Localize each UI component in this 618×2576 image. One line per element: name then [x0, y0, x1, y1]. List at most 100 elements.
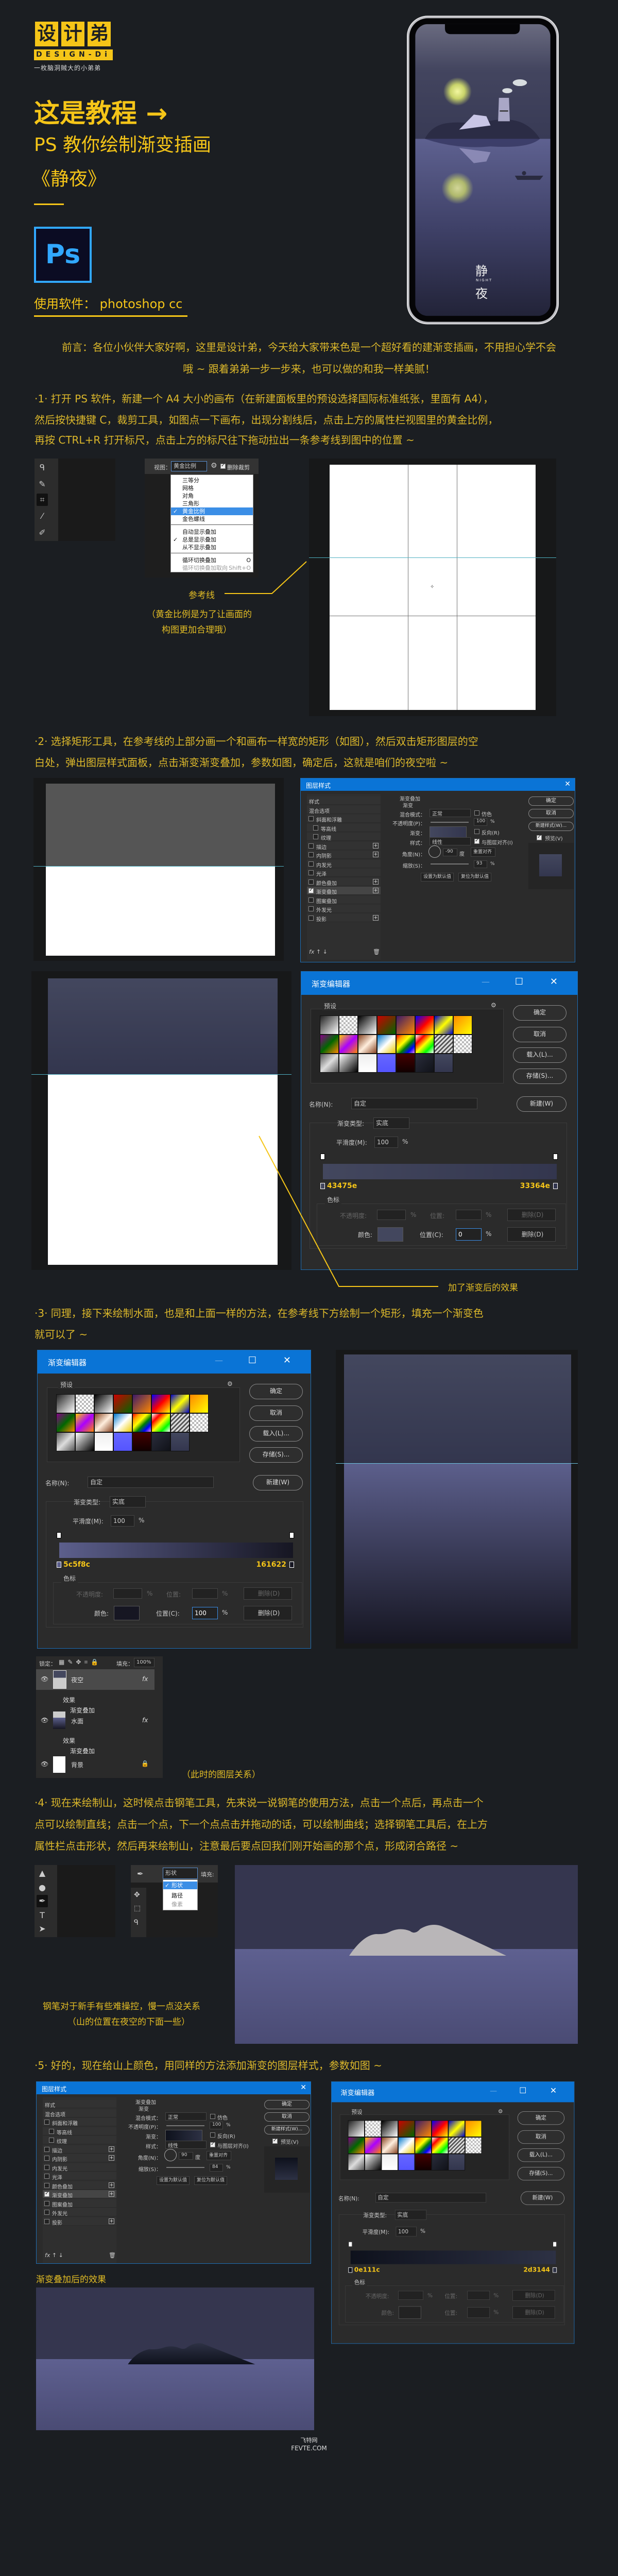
add-icon[interactable]: +	[373, 878, 379, 885]
gradient-preset[interactable]	[448, 2120, 465, 2137]
style-item[interactable]: 内发光	[43, 2163, 116, 2172]
checkbox[interactable]	[308, 906, 314, 911]
gradient-preset[interactable]	[415, 2154, 432, 2171]
opacity-slider[interactable]	[431, 822, 469, 823]
style-item[interactable]: 内发光	[307, 859, 381, 869]
scale-slider[interactable]	[166, 2167, 204, 2168]
gradient-preset[interactable]	[381, 2137, 398, 2154]
set-default-button[interactable]: 设置为默认值	[157, 2176, 190, 2185]
style-item[interactable]: 图案叠加	[43, 2199, 116, 2208]
align-checkbox[interactable]	[474, 838, 479, 844]
stop-location-input[interactable]: 100	[192, 1607, 218, 1619]
angle-dial[interactable]	[428, 845, 441, 858]
gradient-preset[interactable]	[398, 2120, 415, 2137]
add-icon[interactable]: +	[109, 2146, 114, 2152]
gradient-preset[interactable]	[431, 2137, 449, 2154]
checkbox[interactable]	[44, 2120, 49, 2125]
style-item[interactable]: 光泽	[307, 869, 381, 877]
checkbox[interactable]	[308, 879, 314, 885]
cancel-button[interactable]: 取消	[249, 1405, 303, 1421]
gradient-preset[interactable]	[56, 1413, 75, 1432]
gradient-preset[interactable]	[132, 1413, 151, 1432]
style-item[interactable]: 样式	[43, 2100, 116, 2109]
gear-icon[interactable]: ⚙	[227, 1380, 233, 1387]
gradient-preset[interactable]	[364, 2120, 382, 2137]
gradient-preset[interactable]	[465, 2137, 482, 2154]
type-icon[interactable]: T	[37, 1909, 48, 1922]
gradient-preset[interactable]	[94, 1394, 113, 1413]
blend-mode-select[interactable]: 正常	[165, 2112, 207, 2121]
gradient-preset[interactable]	[151, 1413, 170, 1432]
style-item[interactable]: 外发光	[43, 2208, 116, 2217]
style-item[interactable]: 投影 +	[307, 913, 381, 923]
angle-dial[interactable]	[164, 2149, 177, 2161]
gradient-preset[interactable]	[75, 1413, 94, 1432]
gradient-preset[interactable]	[94, 1432, 113, 1451]
water-rectangle[interactable]	[344, 1463, 571, 1643]
add-icon[interactable]: +	[109, 2191, 114, 2197]
ok-button[interactable]: 确定	[517, 2111, 565, 2125]
add-icon[interactable]: +	[373, 852, 379, 857]
cancel-button[interactable]: 取消	[517, 2130, 565, 2144]
guide-line[interactable]	[33, 866, 284, 867]
gradient-preset[interactable]	[75, 1432, 94, 1451]
gradient-preset[interactable]	[348, 2120, 365, 2137]
style-item[interactable]: 光泽	[43, 2172, 116, 2181]
type-select[interactable]: 实底	[394, 2210, 427, 2220]
dodge-icon[interactable]: ●	[37, 1882, 48, 1894]
reset-align-button[interactable]: 重置对齐	[471, 848, 495, 857]
checkbox[interactable]	[44, 2200, 49, 2206]
stop-color-swatch[interactable]	[114, 1606, 140, 1620]
mode-select[interactable]: 形状	[163, 1868, 198, 1879]
pen-icon[interactable]: ✒	[37, 1895, 48, 1907]
ok-button[interactable]: 确定	[528, 796, 574, 806]
style-item[interactable]: 颜色叠加 +	[43, 2181, 116, 2190]
style-item[interactable]: 混合选项	[307, 805, 381, 815]
smooth-input[interactable]: 100	[111, 1515, 134, 1527]
move-icon[interactable]: ✥	[134, 1891, 140, 1899]
eye-icon[interactable]: 👁	[41, 1760, 48, 1768]
scale-input[interactable]: 84	[210, 2164, 223, 2172]
close-icon[interactable]: ✕	[283, 1355, 291, 1366]
style-item[interactable]: 混合选项	[43, 2109, 116, 2118]
fx-icon[interactable]: fx	[142, 1717, 148, 1724]
checkbox[interactable]	[44, 2182, 49, 2188]
eye-icon[interactable]: 👁	[41, 1717, 48, 1724]
color-stop-left[interactable]	[57, 1562, 61, 1568]
path-select-icon[interactable]: ➤	[37, 1923, 48, 1935]
reset-default-button[interactable]: 复位为默认值	[194, 2176, 227, 2185]
close-icon[interactable]: ✕	[564, 780, 571, 788]
color-stop-right[interactable]	[289, 1562, 294, 1568]
checkbox[interactable]	[308, 870, 314, 875]
reset-align-button[interactable]: 重置对齐	[207, 2151, 231, 2160]
checkbox[interactable]	[308, 816, 314, 821]
cancel-button[interactable]: 取消	[264, 2112, 310, 2122]
gradient-preset[interactable]	[348, 2137, 365, 2154]
gradient-preset[interactable]	[381, 2154, 398, 2171]
align-checkbox[interactable]	[210, 2141, 215, 2147]
new-button[interactable]: 新建(W)	[253, 1475, 303, 1490]
opacity-stop-right[interactable]	[289, 1532, 294, 1538]
style-item[interactable]: 斜面和浮雕	[43, 2118, 116, 2127]
marquee-icon[interactable]: ⬚	[134, 1904, 141, 1912]
gradient-swatch[interactable]	[430, 826, 467, 838]
checkbox[interactable]	[308, 852, 314, 857]
style-select[interactable]: 线性	[430, 837, 471, 845]
gradient-preset[interactable]	[170, 1413, 190, 1432]
gradient-preset[interactable]	[190, 1413, 209, 1432]
opacity-input[interactable]: 100	[210, 2122, 223, 2129]
checkbox[interactable]	[49, 2138, 54, 2143]
scale-input[interactable]: 93	[474, 860, 487, 868]
add-icon[interactable]: +	[373, 914, 379, 921]
name-input[interactable]: 自定	[375, 2192, 487, 2203]
checkbox[interactable]	[44, 2210, 49, 2215]
gradient-preset[interactable]	[151, 1394, 170, 1413]
preview-checkbox[interactable]	[537, 834, 542, 840]
checkbox[interactable]	[44, 2146, 49, 2152]
checkbox[interactable]	[44, 2174, 49, 2179]
gradient-preset[interactable]	[56, 1394, 75, 1413]
eye-icon[interactable]: 👁	[41, 1675, 48, 1683]
layer-row[interactable]: 👁 夜空 fx	[36, 1669, 154, 1690]
style-item[interactable]: 渐变叠加 +	[307, 887, 381, 895]
save-button[interactable]: 存储(S)...	[517, 2166, 565, 2181]
